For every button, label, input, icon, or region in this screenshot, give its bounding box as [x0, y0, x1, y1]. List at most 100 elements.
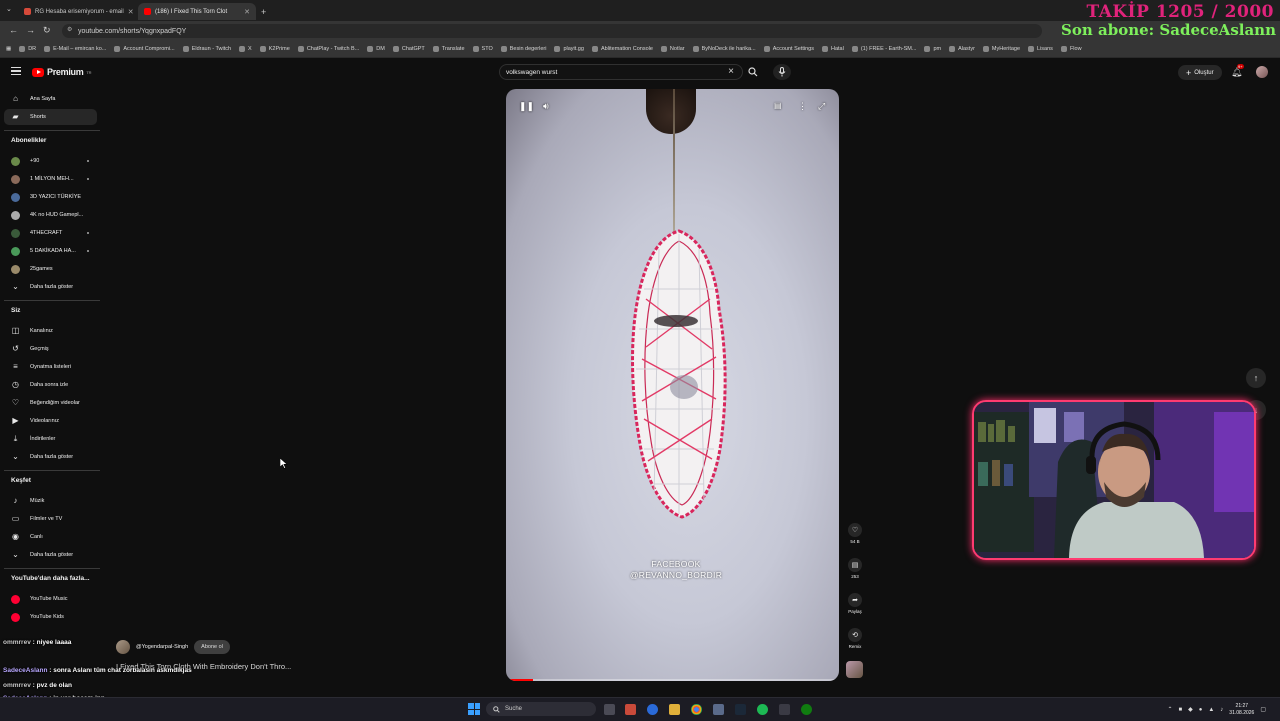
sidebar-item-explore[interactable]: ♪ Müzik	[4, 493, 97, 509]
sidebar-item-shorts[interactable]: ▰ Shorts	[4, 109, 97, 125]
app-icon[interactable]	[647, 704, 658, 715]
search-button[interactable]	[743, 64, 763, 80]
sidebar-item-more[interactable]: YouTube Kids	[4, 609, 97, 625]
file-explorer-icon[interactable]	[669, 704, 680, 715]
menu-icon[interactable]	[11, 67, 21, 75]
url-bar[interactable]: ⚙ youtube.com/shorts/YqgnxpadFQY	[62, 24, 1042, 38]
remix-button[interactable]: ⟲ Remix	[846, 628, 864, 649]
channel-avatar[interactable]	[116, 640, 130, 654]
youtube-logo[interactable]: Premium TR	[32, 67, 91, 77]
forward-icon[interactable]: →	[26, 25, 35, 35]
sidebar-subscription[interactable]: 5 DAKİKADA HA...	[4, 243, 97, 259]
sidebar-subscription[interactable]: 25games	[4, 261, 97, 277]
fullscreen-icon[interactable]: ⤢	[818, 101, 825, 112]
start-icon[interactable]	[468, 703, 480, 715]
sidebar-item-explore[interactable]: ◉ Canlı	[4, 529, 97, 545]
bookmark-item[interactable]: ByNoDeck ile harika...	[692, 46, 756, 52]
bookmark-item[interactable]: Hatal	[821, 46, 844, 52]
avatar[interactable]	[1256, 66, 1268, 78]
sidebar-item-ana-sayfa[interactable]: ⌂ Ana Sayfa	[4, 91, 97, 107]
sidebar-item-you[interactable]: ⤓ İndirilenler	[4, 431, 97, 447]
more-options-icon[interactable]: ⋮	[798, 101, 807, 112]
sidebar-item-more[interactable]: YouTube Music	[4, 591, 97, 607]
tray-app-icon[interactable]: ◆	[1188, 706, 1193, 713]
tray-app-icon[interactable]: ●	[1199, 707, 1203, 713]
subscribe-button[interactable]: Abone ol	[194, 640, 230, 654]
chrome-icon[interactable]	[691, 704, 702, 715]
sidebar-item-you[interactable]: ⌄ Daha fazla göster	[4, 449, 97, 465]
bookmark-item[interactable]: (1) FREE - Earth-SM...	[851, 46, 916, 52]
new-tab-button[interactable]: +	[258, 3, 272, 20]
browser-tab[interactable]: RG Hesaba erisemiyorum - email ✕	[18, 3, 136, 20]
tab-search-icon[interactable]: ⌄	[6, 5, 12, 13]
bookmark-item[interactable]: Eldraun - Twitch	[182, 46, 231, 52]
bookmark-item[interactable]: Account Settings	[763, 46, 814, 52]
sidebar-item-you[interactable]: ◷ Daha sonra izle	[4, 377, 97, 393]
voice-search-button[interactable]	[773, 64, 791, 80]
bookmark-item[interactable]: X	[239, 46, 252, 52]
bookmark-item[interactable]: Translate	[432, 46, 465, 52]
volume-icon[interactable]: 🔊︎	[543, 101, 549, 112]
sidebar-item-you[interactable]: ♡ Beğendiğim videolar	[4, 395, 97, 411]
steam-icon[interactable]	[735, 704, 746, 715]
clock[interactable]: 21:27 31.08.2026	[1229, 703, 1254, 717]
close-tab-icon[interactable]: ✕	[128, 8, 134, 16]
bookmark-item[interactable]: Notlar	[660, 46, 685, 52]
reload-icon[interactable]: ↻	[43, 25, 51, 36]
bookmark-item[interactable]: Ablitemation Console	[591, 46, 653, 52]
bookmark-item[interactable]: playit.gg	[554, 46, 584, 52]
previous-short-button[interactable]: ↑	[1246, 368, 1266, 388]
bookmark-item[interactable]: DM	[367, 46, 385, 52]
bookmark-item[interactable]: MyHeritage	[982, 46, 1020, 52]
network-icon[interactable]: ▲	[1208, 707, 1214, 713]
sidebar-item-you[interactable]: ◫ Kanalınız	[4, 323, 97, 339]
taskbar-search[interactable]: Suche	[486, 702, 596, 716]
sidebar-section-title[interactable]: Keşfet	[11, 477, 31, 484]
captions-icon[interactable]: ▤	[774, 101, 782, 110]
apps-icon[interactable]: ▦	[6, 46, 11, 52]
sidebar-item-explore[interactable]: ▭ Filmler ve TV	[4, 511, 97, 527]
bookmark-item[interactable]: STO	[472, 46, 493, 52]
bookmark-item[interactable]: E-Mail – emircan ko...	[44, 46, 106, 52]
bookmark-item[interactable]: Account Compromi...	[114, 46, 175, 52]
site-info-icon[interactable]: ⚙	[67, 26, 72, 33]
share-button[interactable]: ➦ Paylaş	[846, 593, 864, 614]
bookmark-item[interactable]: Flow	[1060, 46, 1082, 52]
sound-thumbnail[interactable]	[846, 661, 863, 678]
bookmark-item[interactable]: ChatPlay - Twitch B...	[297, 46, 359, 52]
volume-icon[interactable]: ♪	[1220, 707, 1223, 713]
tray-app-icon[interactable]: ■	[1178, 707, 1182, 713]
bookmark-item[interactable]: ChatGPT	[392, 46, 425, 52]
sidebar-subscription[interactable]: 4K no HUD Gamepl...	[4, 207, 97, 223]
browser-tab-active[interactable]: (186) I Fixed This Torn Clot ✕	[138, 3, 256, 20]
notifications-icon[interactable]: ▢	[1260, 706, 1266, 713]
sidebar-subscription[interactable]: 4THECRAFT	[4, 225, 97, 241]
comments-button[interactable]: ▤ 253	[846, 558, 864, 579]
app-icon[interactable]	[779, 704, 790, 715]
tray-chevron-icon[interactable]: ⌃	[1167, 706, 1172, 713]
bookmark-item[interactable]: DR	[19, 46, 36, 52]
close-tab-icon[interactable]: ✕	[244, 8, 250, 16]
shorts-video-player[interactable]: ❚❚ 🔊︎ ▤ ⋮ ⤢ FACEBOOK @REVANNO_BORDIR	[506, 89, 839, 681]
sidebar-item-you[interactable]: ▶ Videolarınız	[4, 413, 97, 429]
like-button[interactable]: ♡ 54 B	[846, 523, 864, 544]
spotify-icon[interactable]	[757, 704, 768, 715]
sidebar-item-you[interactable]: ↺ Geçmiş	[4, 341, 97, 357]
sidebar-section-title[interactable]: Siz	[11, 307, 20, 314]
app-icon[interactable]	[625, 704, 636, 715]
bookmark-item[interactable]: Alastyr	[949, 46, 975, 52]
back-icon[interactable]: ←	[9, 25, 18, 35]
video-progress-bar[interactable]	[506, 679, 839, 681]
sidebar-section-title[interactable]: Abonelikler	[11, 137, 46, 144]
sidebar-item-you[interactable]: ≡ Oynatma listeleri	[4, 359, 97, 375]
subscriptions-show-more[interactable]: ⌄ Daha fazla göster	[4, 279, 97, 295]
sidebar-item-explore[interactable]: ⌄ Daha fazla göster	[4, 547, 97, 563]
sidebar-section-title[interactable]: YouTube'dan daha fazla...	[11, 575, 90, 582]
app-icon[interactable]	[713, 704, 724, 715]
bookmark-item[interactable]: Besin degerleri	[500, 46, 546, 52]
pause-icon[interactable]: ❚❚	[519, 101, 534, 112]
bookmark-item[interactable]: K2Prime	[259, 46, 290, 52]
sidebar-subscription[interactable]: 1 MİLYON MEH...	[4, 171, 97, 187]
sidebar-subscription[interactable]: +90	[4, 153, 97, 169]
task-view-icon[interactable]	[604, 704, 615, 715]
